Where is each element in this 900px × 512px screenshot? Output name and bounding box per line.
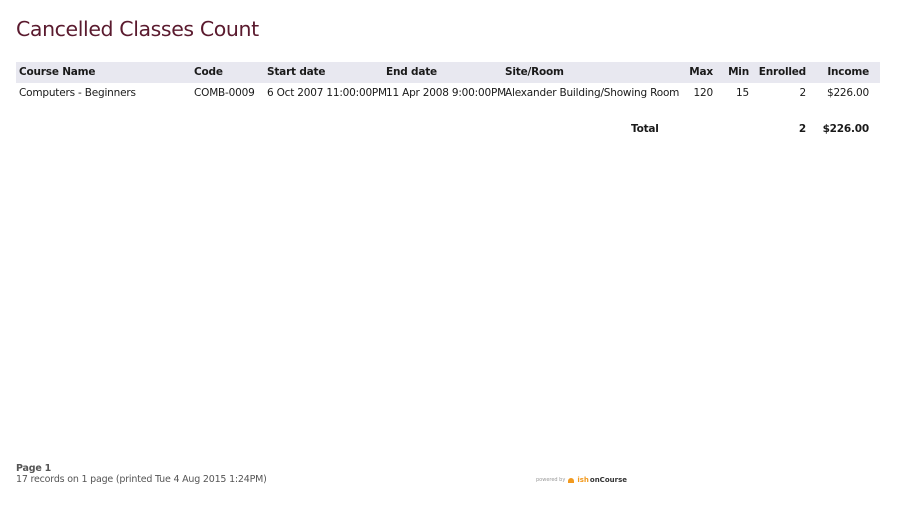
- cell-course-name: Computers - Beginners: [19, 87, 136, 99]
- powered-by-badge: powered by ish onCourse: [536, 476, 627, 484]
- cell-start-date: 6 Oct 2007 11:00:00PM: [267, 87, 387, 99]
- cell-end-date: 11 Apr 2008 9:00:00PM: [386, 87, 506, 99]
- header-end-date: End date: [386, 66, 437, 78]
- total-enrolled: 2: [798, 123, 806, 135]
- cell-max: 120: [693, 87, 714, 99]
- report-title: Cancelled Classes Count: [16, 17, 259, 41]
- total-income: $226.00: [822, 123, 870, 135]
- report-table: Course Name Code Start date End date Sit…: [16, 62, 880, 141]
- brand-oncourse: onCourse: [589, 476, 627, 484]
- cell-code: COMB-0009: [194, 87, 255, 99]
- header-start-date: Start date: [267, 66, 326, 78]
- header-course-name: Course Name: [19, 66, 96, 78]
- brand-ish: ish: [577, 476, 589, 484]
- page-number: Page 1: [16, 463, 52, 474]
- header-enrolled: Enrolled: [758, 66, 806, 78]
- header-income: Income: [827, 66, 869, 78]
- total-row: Total 2 $226.00: [16, 119, 880, 141]
- records-summary: 17 records on 1 page (printed Tue 4 Aug …: [16, 474, 267, 485]
- cell-income: $226.00: [826, 87, 869, 99]
- powered-by-text: powered by: [536, 477, 566, 483]
- header-min: Min: [728, 66, 749, 78]
- table-row: Computers - Beginners COMB-0009 6 Oct 20…: [16, 83, 880, 105]
- total-label: Total: [631, 123, 659, 135]
- cell-min: 15: [736, 87, 749, 99]
- cell-enrolled: 2: [799, 87, 807, 99]
- table-header: Course Name Code Start date End date Sit…: [16, 62, 880, 83]
- ish-logo-icon: [568, 477, 575, 483]
- header-site-room: Site/Room: [505, 66, 564, 78]
- header-code: Code: [194, 66, 223, 78]
- report-footer: Page 1 17 records on 1 page (printed Tue…: [16, 463, 267, 485]
- cell-site-room: Alexander Building/Showing Room: [505, 87, 680, 99]
- header-max: Max: [689, 66, 713, 78]
